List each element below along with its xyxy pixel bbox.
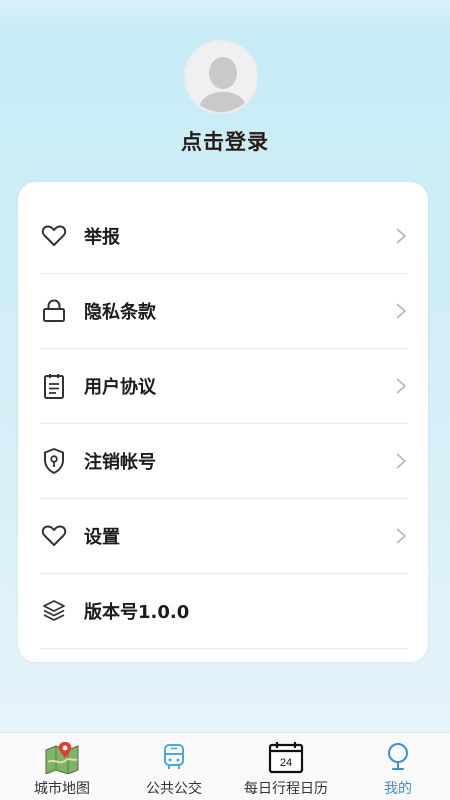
menu-item-label: 设置 [84, 527, 120, 548]
document-icon [40, 372, 68, 400]
tab-label: 公共公交 [146, 781, 202, 797]
menu-item-label: 隐私条款 [84, 302, 156, 323]
menu-item-delete-account[interactable]: 注销帐号 [40, 424, 408, 499]
heart-icon [40, 522, 68, 550]
tab-daily-calendar[interactable]: 24 每日行程日历 [230, 733, 342, 800]
settings-menu-card: 举报 隐私条款 用户协议 注销帐号 设置 版本号1.0.0 [18, 182, 428, 662]
chevron-right-icon [396, 303, 407, 319]
tab-mine[interactable]: 我的 [342, 733, 450, 800]
layers-icon [40, 597, 68, 625]
menu-item-label: 用户协议 [84, 377, 156, 398]
bottom-tab-bar: 城市地图 公共公交 24 每日行程日历 我的 [0, 732, 450, 800]
heart-icon [40, 222, 68, 250]
map-icon [44, 739, 80, 775]
menu-item-label: 注销帐号 [84, 452, 156, 473]
avatar[interactable] [184, 40, 258, 114]
user-icon [384, 739, 412, 775]
calendar-icon: 24 [268, 739, 304, 775]
chevron-right-icon [396, 378, 407, 394]
lock-icon [40, 297, 68, 325]
calendar-day-number: 24 [280, 757, 292, 769]
version-label: 版本号1.0.0 [84, 602, 190, 623]
tab-public-transit[interactable]: 公共公交 [118, 733, 230, 800]
shield-icon [40, 447, 68, 475]
menu-item-version: 版本号1.0.0 [40, 574, 408, 649]
tab-label: 每日行程日历 [244, 781, 328, 797]
chevron-right-icon [396, 453, 407, 469]
chevron-right-icon [396, 528, 407, 544]
bus-icon [161, 739, 187, 775]
menu-item-label: 举报 [84, 227, 120, 248]
menu-item-user-agreement[interactable]: 用户协议 [40, 349, 408, 424]
tab-label: 城市地图 [34, 781, 90, 797]
menu-item-settings[interactable]: 设置 [40, 499, 408, 574]
tab-city-map[interactable]: 城市地图 [6, 733, 118, 800]
login-prompt[interactable]: 点击登录 [0, 126, 450, 156]
menu-item-privacy[interactable]: 隐私条款 [40, 274, 408, 349]
tab-label: 我的 [384, 781, 412, 797]
menu-item-report[interactable]: 举报 [40, 199, 408, 274]
status-bar-area [0, 0, 450, 30]
chevron-right-icon [396, 228, 407, 244]
default-avatar-icon [186, 42, 256, 112]
